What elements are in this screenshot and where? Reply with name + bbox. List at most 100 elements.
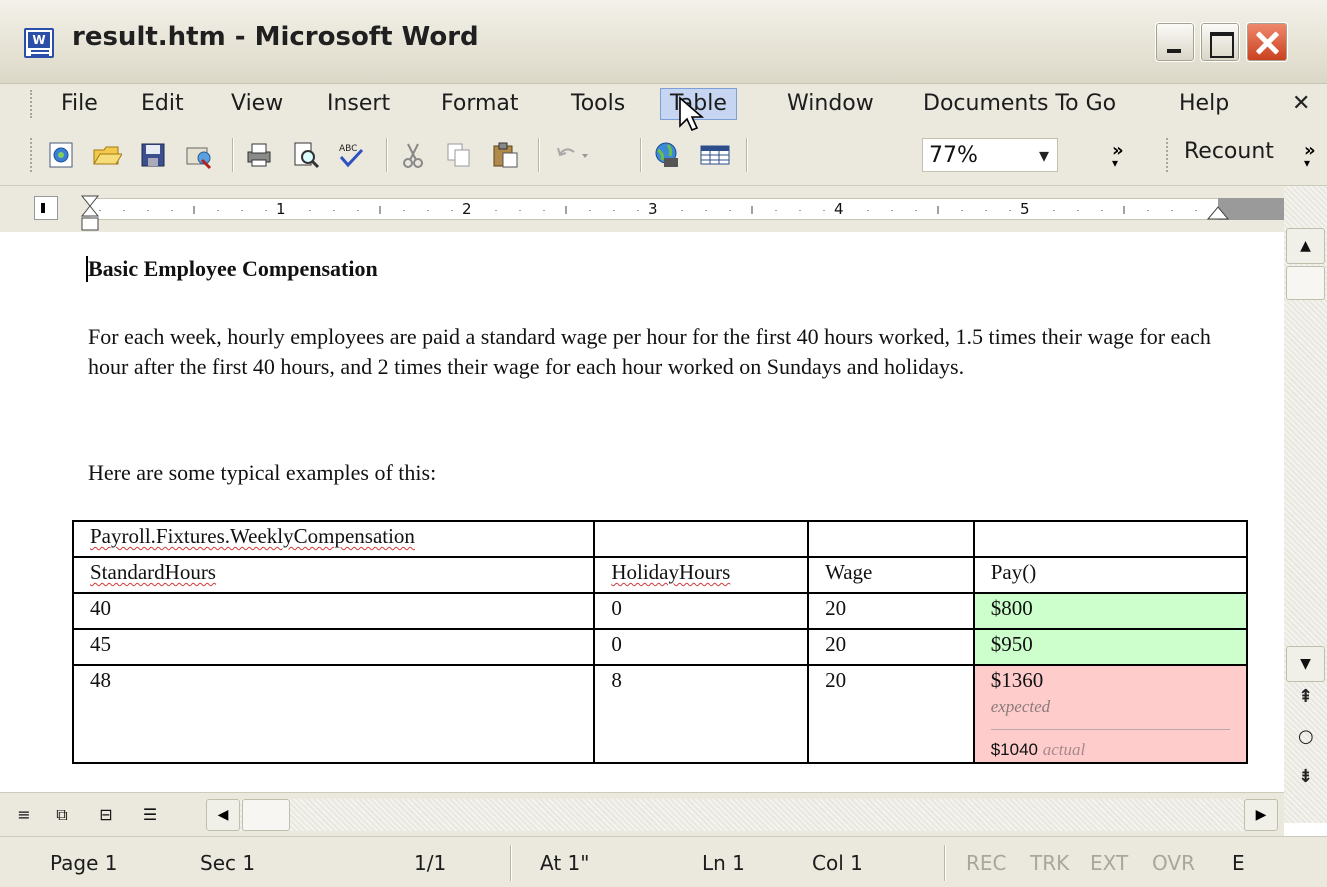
print-layout-view-icon[interactable]: ⊟: [94, 803, 118, 827]
menu-view[interactable]: View: [222, 88, 292, 120]
chevron-down-icon[interactable]: ▾: [1039, 143, 1049, 167]
maximize-button[interactable]: [1200, 22, 1240, 62]
normal-view-icon[interactable]: ≡: [12, 803, 36, 827]
scroll-thumb[interactable]: [242, 799, 290, 831]
status-separator: [510, 845, 512, 881]
actual-line: $1040 actual: [991, 740, 1230, 760]
spelling-icon[interactable]: ABC: [336, 140, 366, 170]
ruler-number: 2: [462, 200, 472, 218]
title-bar[interactable]: W result.htm - Microsoft Word: [0, 0, 1327, 84]
tab-selector-icon[interactable]: [34, 196, 58, 220]
save-icon[interactable]: [138, 140, 168, 170]
print-preview-icon[interactable]: [290, 140, 320, 170]
status-ext[interactable]: EXT: [1090, 851, 1128, 875]
window-title: result.htm - Microsoft Word: [72, 22, 479, 52]
menu-edit[interactable]: Edit: [132, 88, 193, 120]
menu-tools[interactable]: Tools: [562, 88, 634, 120]
minimize-button[interactable]: [1155, 22, 1195, 62]
toolbar-separator: [538, 138, 540, 172]
paste-icon[interactable]: [490, 140, 520, 170]
divider: [990, 729, 1230, 730]
vertical-scrollbar[interactable]: ▲ ▼ ⇞ ○ ⇟: [1284, 186, 1327, 823]
status-trk[interactable]: TRK: [1030, 851, 1069, 875]
word-doc-icon[interactable]: W: [24, 28, 54, 58]
permission-icon[interactable]: [184, 140, 214, 170]
toolbar-options-icon[interactable]: » ▾: [1304, 140, 1316, 182]
status-section: Sec 1: [200, 851, 256, 875]
next-page-icon[interactable]: ⇟: [1298, 766, 1313, 787]
web-icon[interactable]: [652, 140, 682, 170]
table-icon[interactable]: [698, 140, 730, 170]
header-label: StandardHours: [90, 560, 216, 584]
pay-cell-pass: $800: [972, 592, 1249, 630]
menu-help[interactable]: Help: [1170, 88, 1238, 120]
table-row: Payroll.Fixtures.WeeklyCompensation: [71, 520, 1249, 558]
right-indent-marker[interactable]: [1206, 202, 1230, 226]
table-cell: 0: [593, 592, 810, 630]
scroll-down-icon[interactable]: ▼: [1286, 646, 1325, 682]
menu-file[interactable]: File: [52, 88, 107, 120]
table-header-cell: Wage: [807, 556, 975, 594]
document-paragraph: For each week, hourly employees are paid…: [88, 324, 1211, 379]
menu-window[interactable]: Window: [778, 88, 883, 120]
table-cell: 20: [807, 664, 975, 764]
recount-button[interactable]: Recount: [1184, 139, 1274, 164]
pay-cell-pass: $950: [972, 628, 1249, 666]
scroll-thumb[interactable]: [1286, 266, 1325, 300]
header-label: HolidayHours: [611, 560, 731, 584]
status-separator: [944, 845, 946, 881]
horizontal-scrollbar[interactable]: [206, 799, 1278, 831]
mouse-pointer-icon: [678, 96, 708, 140]
cut-icon[interactable]: [398, 140, 428, 170]
table-cell: 8: [593, 664, 810, 764]
table-cell: 20: [807, 592, 975, 630]
toolbar-grip[interactable]: [30, 138, 34, 172]
close-button[interactable]: [1246, 22, 1288, 62]
status-bar: Page 1 Sec 1 1/1 At 1" Ln 1 Col 1 REC TR…: [0, 836, 1327, 887]
copy-icon[interactable]: [444, 140, 474, 170]
select-browse-object-icon[interactable]: ○: [1298, 726, 1314, 747]
menu-documents-to-go[interactable]: Documents To Go: [914, 88, 1125, 120]
fixture-table: Payroll.Fixtures.WeeklyCompensation Stan…: [71, 520, 1249, 764]
toolbar-separator: [232, 138, 234, 172]
status-page: Page 1: [50, 851, 118, 875]
table-header-cell: Pay(): [972, 556, 1249, 594]
menu-insert[interactable]: Insert: [318, 88, 399, 120]
ruler-number: 4: [834, 200, 844, 218]
ruler-number: 3: [648, 200, 658, 218]
menu-format[interactable]: Format: [432, 88, 528, 120]
svg-text:ABC: ABC: [339, 144, 357, 154]
toolbar-grip[interactable]: [30, 90, 34, 118]
undo-icon[interactable]: [552, 140, 588, 170]
close-document-icon[interactable]: ✕: [1292, 88, 1310, 120]
new-doc-icon[interactable]: [46, 140, 76, 170]
standard-toolbar: ABC 77% ▾ » ▾ Recount » ▾: [0, 124, 1327, 186]
scroll-up-icon[interactable]: ▲: [1286, 228, 1325, 264]
zoom-select[interactable]: 77% ▾: [922, 138, 1058, 172]
first-line-indent-marker[interactable]: [80, 194, 100, 237]
status-rec[interactable]: REC: [966, 851, 1007, 875]
print-icon[interactable]: [244, 140, 274, 170]
horizontal-ruler[interactable]: 1 2 3 4 5: [0, 186, 1284, 232]
scroll-left-icon[interactable]: ◀: [206, 799, 240, 831]
table-cell: [972, 520, 1249, 558]
previous-page-icon[interactable]: ⇞: [1298, 686, 1313, 707]
outline-view-icon[interactable]: ☰: [138, 803, 162, 827]
open-folder-icon[interactable]: [92, 140, 123, 170]
status-ovr[interactable]: OVR: [1152, 851, 1195, 875]
ruler-track[interactable]: [90, 198, 1284, 220]
toolbar-options-icon[interactable]: » ▾: [1112, 140, 1124, 182]
table-header-row: StandardHours HolidayHours Wage Pay(): [71, 556, 1249, 594]
document-area[interactable]: Basic Employee Compensation For each wee…: [0, 232, 1284, 792]
table-header-cell: StandardHours: [71, 556, 596, 594]
status-line: Ln 1: [702, 851, 745, 875]
actual-label: actual: [1042, 740, 1086, 759]
toolbar-grip[interactable]: [1166, 138, 1170, 172]
table-cell: 45: [71, 628, 596, 666]
table-cell: 0: [593, 628, 810, 666]
expected-label: expected: [990, 697, 1051, 716]
web-layout-view-icon[interactable]: ⧉: [50, 803, 74, 827]
table-row: 45 0 20 $950: [71, 628, 1249, 666]
scroll-right-icon[interactable]: ▶: [1244, 799, 1278, 831]
table-cell: Payroll.Fixtures.WeeklyCompensation: [71, 520, 596, 558]
